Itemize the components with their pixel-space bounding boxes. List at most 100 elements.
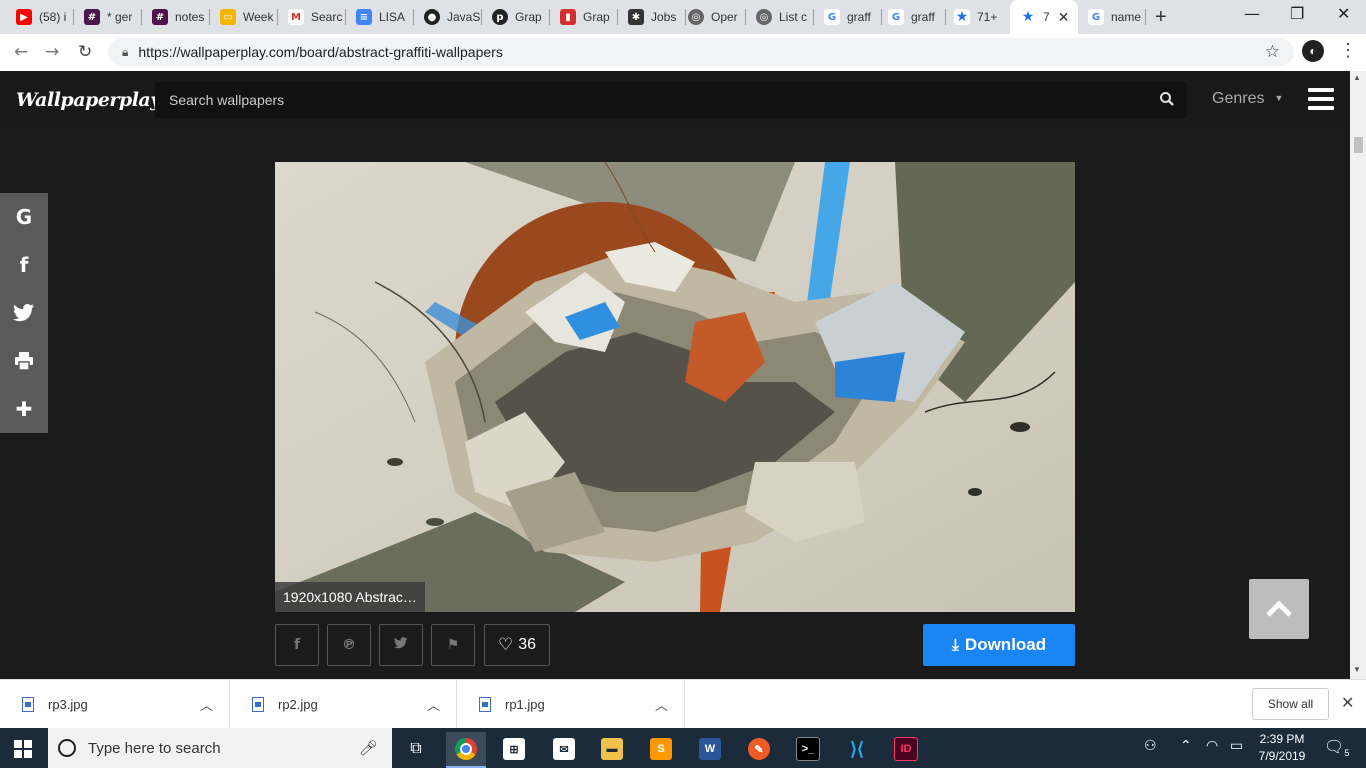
store-taskbar-icon[interactable]: ⊞	[494, 732, 534, 766]
action-center-icon[interactable]: 🗨︎5	[1324, 737, 1349, 758]
plus-icon[interactable]: ✚	[0, 385, 48, 433]
reload-icon[interactable]: ↻	[78, 42, 92, 62]
browser-tab[interactable]: M Searc	[278, 0, 346, 34]
search-icon[interactable]	[1159, 91, 1175, 110]
vscode-taskbar-icon[interactable]: ⟩⟨	[837, 732, 877, 766]
youtube-icon: ▶	[16, 9, 32, 25]
browser-tab[interactable]: ★ 71+	[944, 0, 1012, 34]
word-taskbar-icon[interactable]: W	[690, 732, 730, 766]
browser-tab[interactable]: ◎ Oper	[678, 0, 746, 34]
terminal-taskbar-icon[interactable]: >_	[788, 732, 828, 766]
browser-tab[interactable]: # * ger	[74, 0, 142, 34]
wifi-icon[interactable]: ◠	[1206, 738, 1218, 754]
like-button[interactable]: ♡ 36	[484, 624, 550, 666]
close-shelf-icon[interactable]: ✕	[1341, 693, 1354, 713]
show-all-downloads-button[interactable]: Show all	[1252, 688, 1329, 720]
browser-tab[interactable]: p Grap	[482, 0, 550, 34]
show-hidden-icons-icon[interactable]: ⌃	[1180, 738, 1192, 754]
minimize-icon[interactable]: —	[1244, 4, 1260, 23]
close-window-icon[interactable]: ✕	[1337, 4, 1350, 23]
site-logo[interactable]: Wallpaperplay	[16, 89, 161, 111]
chevron-up-icon[interactable]: ︿	[655, 695, 668, 714]
twitter-share-button[interactable]	[379, 624, 423, 666]
chevron-up-icon[interactable]: ︿	[427, 695, 440, 714]
twitter-share-icon[interactable]	[0, 289, 48, 337]
browser-tab[interactable]: ▮ Grap	[550, 0, 618, 34]
restore-icon[interactable]: ❐	[1290, 4, 1304, 23]
chrome-taskbar-icon[interactable]	[446, 732, 486, 768]
notification-count: 5	[1344, 748, 1350, 759]
share-sidebar: G f ✚	[0, 193, 48, 433]
docs-icon: ≡	[356, 9, 372, 25]
scroll-down-arrow-icon[interactable]: ▼	[1353, 665, 1361, 674]
browser-tab[interactable]: ● JavaS	[414, 0, 482, 34]
browser-tab[interactable]: Ggraff	[878, 0, 946, 34]
facebook-share-button[interactable]: f	[275, 624, 319, 666]
download-icon: ⤓	[951, 635, 959, 654]
slack-icon: #	[84, 9, 100, 25]
lock-icon: 🔒︎	[122, 44, 129, 59]
browser-tab-active[interactable]: ★ 7 ✕	[1010, 0, 1078, 34]
wallpaper-image[interactable]	[275, 162, 1075, 612]
download-item[interactable]: rp2.jpg ︿	[230, 680, 457, 729]
browser-menu-icon[interactable]: ⋮	[1339, 40, 1357, 61]
profile-avatar-icon[interactable]: ◐	[1302, 40, 1324, 62]
back-icon[interactable]: ←	[14, 42, 28, 62]
pinterest-icon: ℗	[342, 637, 356, 653]
cortana-icon	[58, 739, 76, 757]
close-tab-icon[interactable]: ✕	[1058, 9, 1070, 26]
chevron-up-icon[interactable]: ︿	[200, 695, 213, 714]
download-item[interactable]: rp3.jpg ︿	[0, 680, 230, 729]
forward-icon[interactable]: →	[45, 42, 59, 62]
pinterest-share-button[interactable]: ℗	[327, 624, 371, 666]
file-explorer-taskbar-icon[interactable]: ▬	[592, 732, 632, 766]
browser-tab[interactable]: # notes	[142, 0, 210, 34]
search-input[interactable]	[155, 82, 1135, 118]
browser-tab[interactable]: ▶ (58) i	[6, 0, 74, 34]
browser-tab[interactable]: ◎ List c	[746, 0, 814, 34]
pinterest-icon: p	[492, 9, 508, 25]
new-tab-icon[interactable]: +	[1155, 6, 1167, 29]
browser-tab[interactable]: Gname	[1078, 0, 1146, 34]
sublime-taskbar-icon[interactable]: S	[641, 732, 681, 766]
battery-icon[interactable]: ▭	[1230, 738, 1243, 754]
address-bar[interactable]: 🔒︎ https://wallpaperplay.com/board/abstr…	[108, 38, 1294, 66]
windows-start-icon[interactable]	[14, 740, 32, 758]
browser-tab[interactable]: ≡ LISA	[346, 0, 414, 34]
scrollbar-thumb[interactable]	[1354, 137, 1363, 153]
browser-tab[interactable]: ✱ Jobs	[618, 0, 686, 34]
facebook-icon: f	[293, 637, 301, 653]
taskbar-clock[interactable]: 2:39 PM 7/9/2019	[1257, 731, 1307, 765]
download-item[interactable]: rp1.jpg ︿	[457, 680, 685, 729]
site-header: Wallpaperplay Genres▼	[0, 71, 1350, 129]
genres-dropdown[interactable]: Genres ▼	[1212, 90, 1283, 108]
bookmark-icon: ▮	[560, 9, 576, 25]
task-view-icon[interactable]: ⧉	[396, 732, 436, 766]
image-file-icon	[22, 697, 34, 712]
scroll-to-top-button[interactable]	[1249, 579, 1309, 639]
microphone-icon[interactable]: 🎤︎	[359, 739, 378, 757]
download-button[interactable]: ⤓ Download	[923, 624, 1075, 666]
clock-date: 7/9/2019	[1258, 749, 1306, 763]
postman-taskbar-icon[interactable]: ✎	[739, 732, 779, 766]
globe-icon: ◎	[688, 9, 704, 25]
facebook-share-icon[interactable]: f	[0, 241, 48, 289]
scroll-up-arrow-icon[interactable]: ▲	[1353, 73, 1361, 82]
wallpaper-caption: 1920x1080 Abstrac…	[275, 582, 425, 612]
google-share-icon[interactable]: G	[0, 193, 48, 241]
hamburger-menu-icon[interactable]	[1308, 88, 1334, 110]
google-icon: G	[1088, 9, 1104, 25]
browser-tab[interactable]: ▭ Week	[210, 0, 278, 34]
report-flag-button[interactable]: ⚑	[431, 624, 475, 666]
gmail-icon: M	[288, 9, 304, 25]
print-icon[interactable]	[0, 337, 48, 385]
browser-tab-strip: ▶ (58) i # * ger # notes ▭ Week M Searc ≡ LISA…	[0, 0, 1366, 34]
taskbar-search-box[interactable]: Type here to search 🎤︎	[48, 728, 392, 768]
page-scrollbar[interactable]: ▲ ▼	[1350, 71, 1366, 679]
people-icon[interactable]: ⚇	[1144, 738, 1157, 754]
browser-tab[interactable]: Ggraff	[814, 0, 882, 34]
indesign-taskbar-icon[interactable]: ID	[886, 732, 926, 766]
mail-taskbar-icon[interactable]: ✉	[544, 732, 584, 766]
bookmark-star-icon[interactable]: ☆	[1265, 42, 1280, 62]
globe-icon: ◎	[756, 9, 772, 25]
